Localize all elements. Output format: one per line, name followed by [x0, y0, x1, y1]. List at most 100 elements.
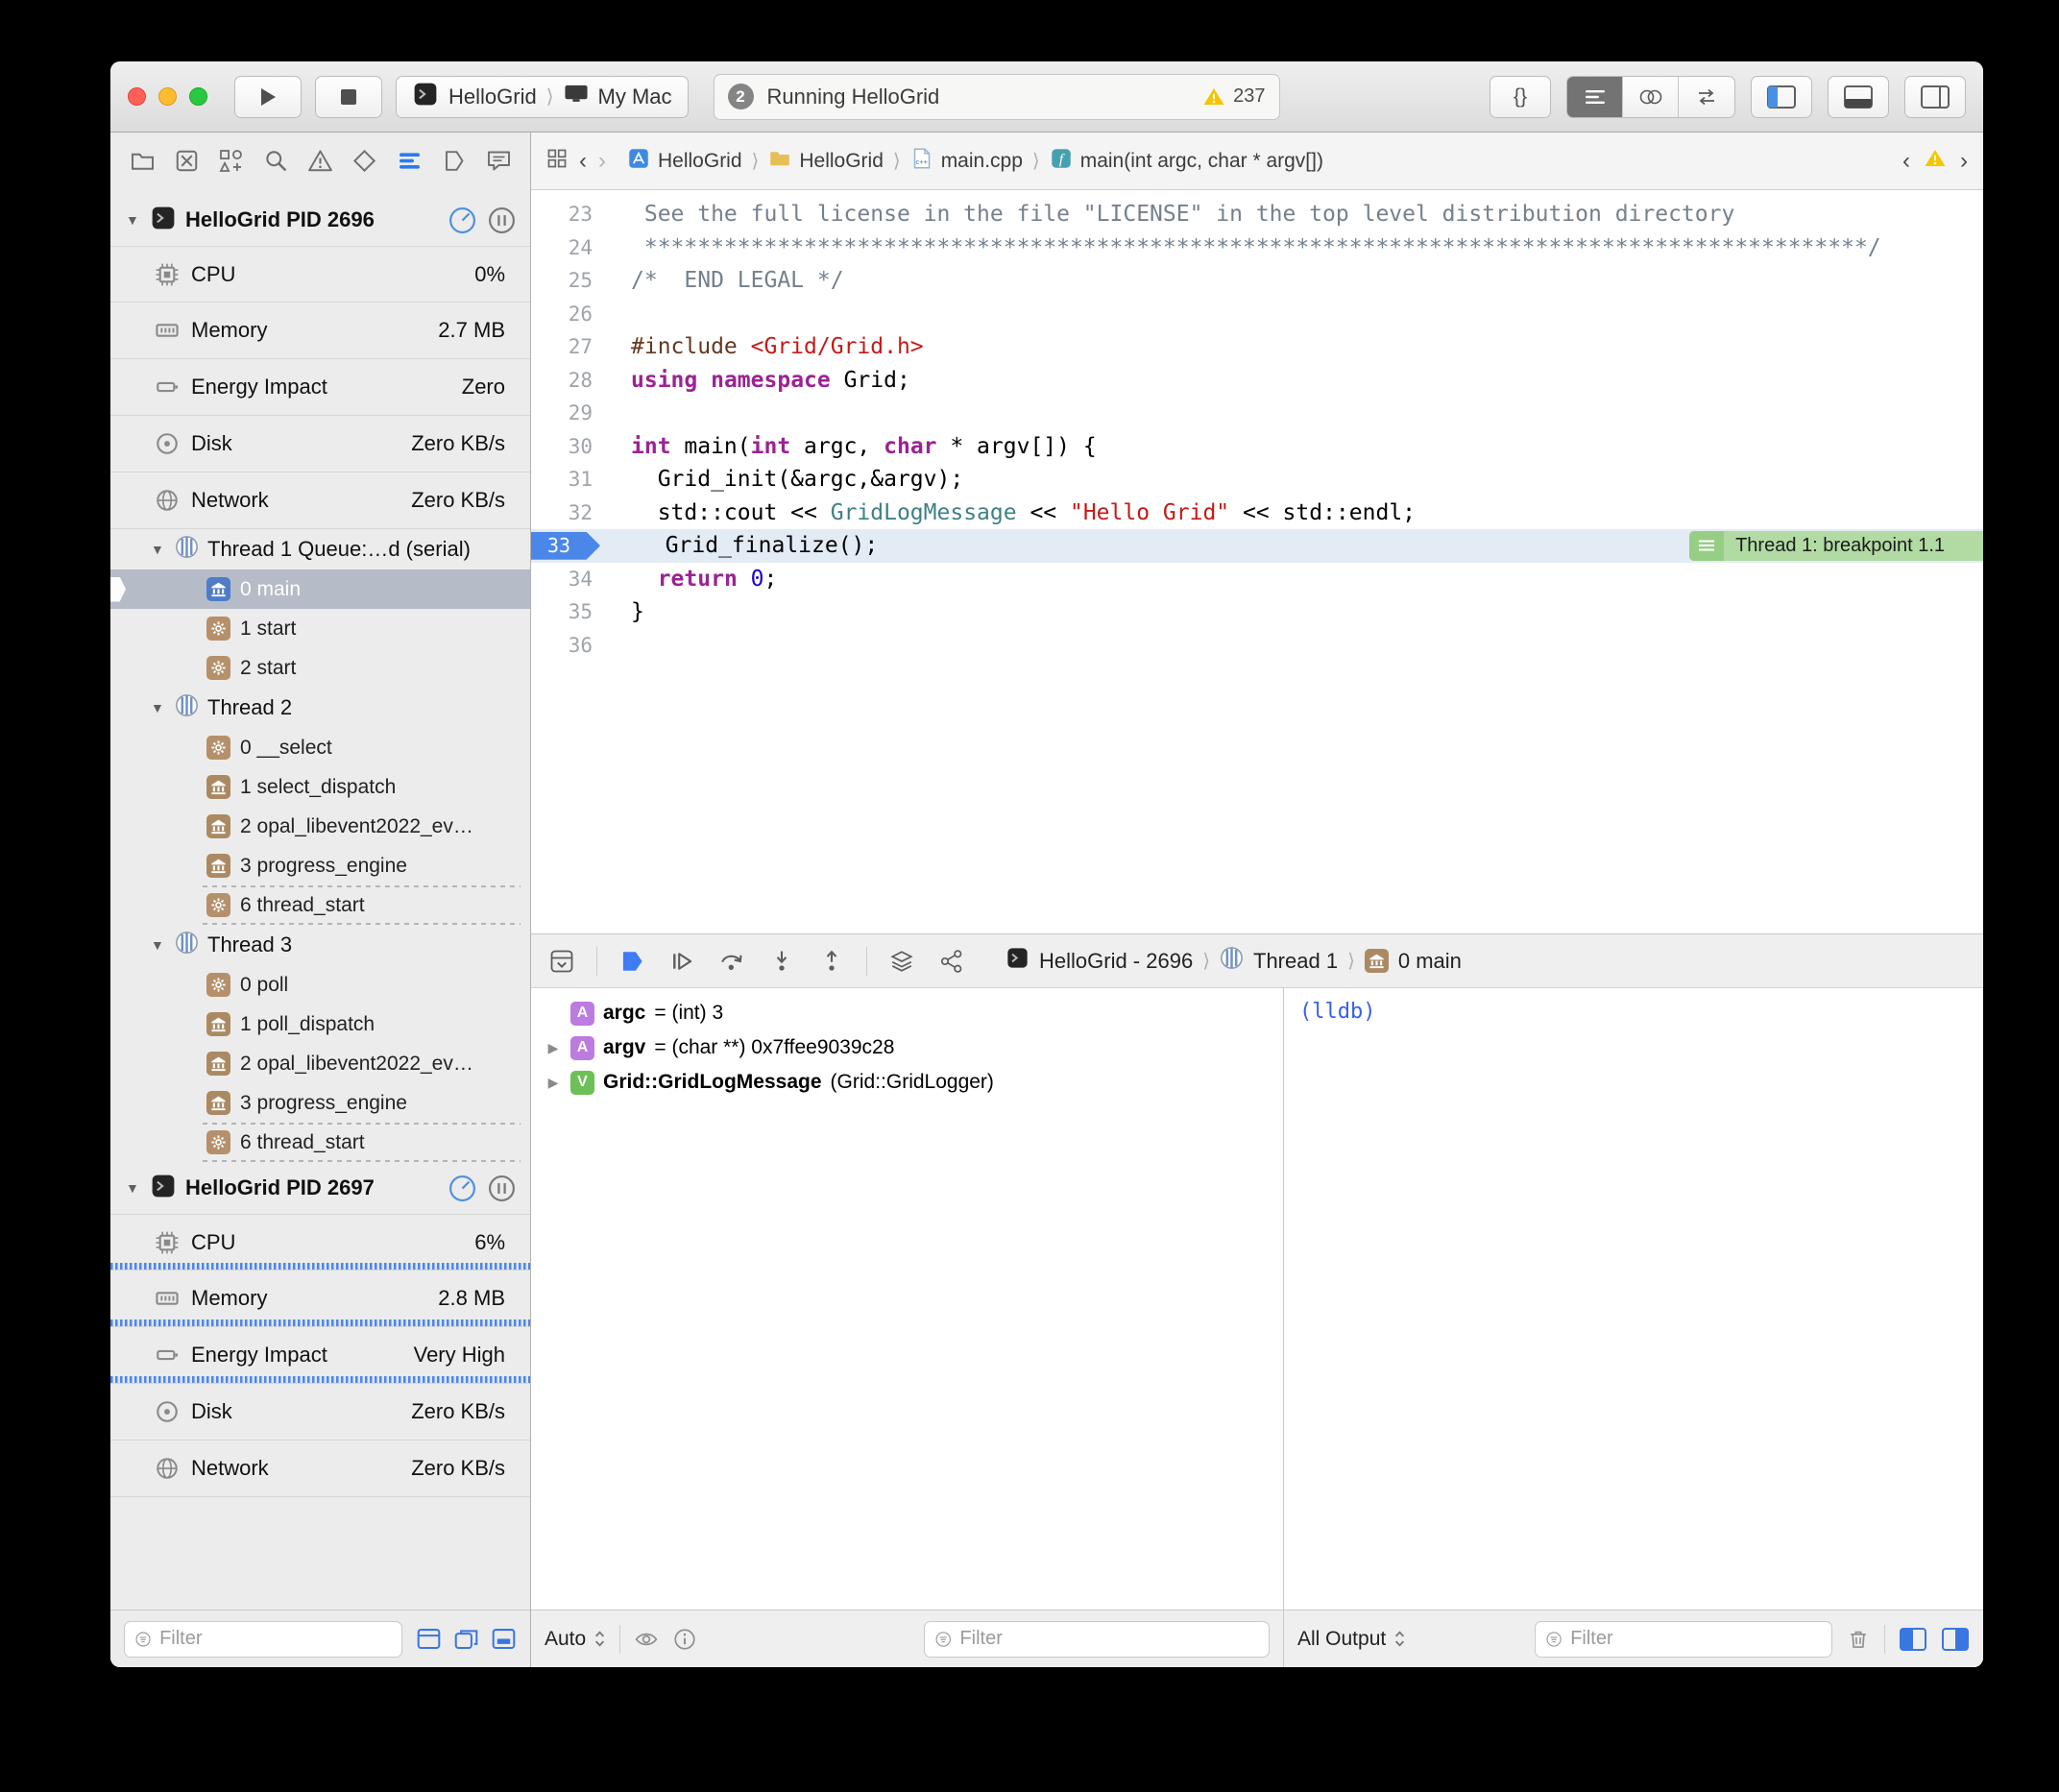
clear-console-button[interactable]	[1846, 1627, 1871, 1652]
toggle-inspector-button[interactable]	[1904, 76, 1966, 118]
navigator-tab-source-control[interactable]	[170, 144, 203, 177]
code-line[interactable]: 32 std::cout << GridLogMessage << "Hello…	[531, 496, 1983, 530]
toggle-debug-area-button[interactable]	[1828, 76, 1889, 118]
line-number-gutter[interactable]: 27	[531, 335, 616, 358]
line-number-gutter[interactable]: 34	[531, 568, 616, 591]
stack-frame-row[interactable]: 2 opal_libevent2022_ev…	[110, 1044, 530, 1083]
stack-frame-row[interactable]: 3 progress_engine	[110, 1083, 530, 1123]
line-number-gutter[interactable]: 31	[531, 468, 616, 491]
gauge-row-cpu[interactable]: CPU0%	[110, 246, 530, 303]
thread-view-mode-button[interactable]	[416, 1627, 442, 1651]
quick-look-button[interactable]	[634, 1627, 659, 1652]
process-row[interactable]: ▼HelloGrid PID 2697	[110, 1162, 530, 1214]
scheme-selector[interactable]: HelloGrid ⟩ My Mac	[396, 76, 689, 118]
variable-row[interactable]: ▶VGrid::GridLogMessage(Grid::GridLogger)	[531, 1065, 1283, 1100]
navigator-tab-reports[interactable]	[482, 144, 515, 177]
step-into-button[interactable]	[766, 946, 797, 977]
line-number-gutter[interactable]: 32	[531, 501, 616, 524]
issues-summary-button[interactable]: 237	[1202, 85, 1265, 108]
assistant-editor-button[interactable]	[1623, 77, 1679, 117]
gauge-row-energy-impact[interactable]: Energy ImpactZero	[110, 359, 530, 416]
line-number-gutter[interactable]: 36	[531, 634, 616, 657]
go-forward-button[interactable]: ›	[598, 148, 606, 175]
process-row[interactable]: ▼HelloGrid PID 2696	[110, 194, 530, 246]
gauge-row-cpu[interactable]: CPU6%	[110, 1214, 530, 1271]
console-filter-input[interactable]	[1570, 1628, 1822, 1650]
stack-frame-row[interactable]: 2 opal_libevent2022_ev…	[110, 807, 530, 846]
stack-frame-row[interactable]: 1 select_dispatch	[110, 767, 530, 807]
related-items-icon[interactable]	[546, 148, 568, 175]
gauge-row-network[interactable]: NetworkZero KB/s	[110, 472, 530, 529]
code-line[interactable]: 30int main(int argc, char * argv[]) {	[531, 430, 1983, 464]
breadcrumb-item[interactable]: c++main.cpp	[910, 147, 1023, 176]
filter-frames-button[interactable]	[491, 1627, 517, 1651]
next-issue-button[interactable]: ›	[1960, 148, 1968, 175]
gauge-row-memory[interactable]: Memory2.8 MB	[110, 1271, 530, 1327]
source-editor[interactable]: 23 See the full license in the file "LIC…	[531, 190, 1983, 933]
line-number-gutter[interactable]: 25	[531, 269, 616, 292]
continue-button[interactable]	[666, 946, 697, 977]
toggle-variables-view-button[interactable]	[1899, 1627, 1927, 1652]
profile-process-button[interactable]	[448, 206, 477, 235]
line-number-gutter[interactable]: 28	[531, 369, 616, 392]
debug-view-hierarchy-button[interactable]	[886, 946, 917, 977]
profile-process-button[interactable]	[448, 1174, 477, 1203]
navigator-filter-field[interactable]	[124, 1621, 402, 1658]
gauge-row-disk[interactable]: DiskZero KB/s	[110, 416, 530, 472]
code-line[interactable]: 36	[531, 629, 1983, 663]
debug-jump-thread[interactable]: Thread 1	[1253, 949, 1338, 974]
pause-process-button[interactable]	[487, 206, 517, 235]
hide-debug-area-button[interactable]	[546, 946, 577, 977]
navigator-tab-project[interactable]	[126, 144, 158, 177]
stack-frame-row[interactable]: 2 start	[110, 648, 530, 688]
thread-row[interactable]: ▼Thread 1 Queue:…d (serial)	[110, 529, 530, 569]
code-line[interactable]: 27#include <Grid/Grid.h>	[531, 330, 1983, 364]
variables-scope-selector[interactable]: Auto	[545, 1628, 606, 1651]
navigator-tab-issues[interactable]	[304, 144, 337, 177]
breadcrumb-item[interactable]: HelloGrid	[768, 147, 884, 176]
console-scope-selector[interactable]: All Output	[1297, 1628, 1406, 1651]
breakpoint-badge[interactable]: 33	[531, 532, 600, 560]
navigator-tab-debug[interactable]	[393, 144, 425, 177]
stack-frame-row[interactable]: 1 poll_dispatch	[110, 1005, 530, 1044]
debug-memory-graph-button[interactable]	[936, 946, 967, 977]
disclosure-triangle[interactable]: ▶	[545, 1040, 562, 1056]
zoom-window-button[interactable]	[189, 87, 207, 106]
step-over-button[interactable]	[716, 946, 747, 977]
disclosure-triangle[interactable]: ▼	[151, 937, 166, 953]
line-number-gutter[interactable]: 23	[531, 203, 616, 226]
go-back-button[interactable]: ‹	[579, 148, 587, 175]
variables-filter-field[interactable]	[924, 1621, 1270, 1658]
navigator-tab-tests[interactable]	[349, 144, 381, 177]
task-count-badge[interactable]: 2	[728, 84, 754, 109]
stack-frame-row[interactable]: 6 thread_start	[110, 1123, 530, 1162]
stop-button[interactable]	[315, 76, 382, 118]
console-filter-field[interactable]	[1535, 1621, 1832, 1658]
minimize-window-button[interactable]	[158, 87, 177, 106]
gauge-row-energy-impact[interactable]: Energy ImpactVery High	[110, 1327, 530, 1384]
stacked-view-mode-button[interactable]	[453, 1627, 479, 1651]
code-snippets-button[interactable]: {}	[1490, 76, 1551, 118]
line-number-gutter[interactable]: 26	[531, 303, 616, 326]
run-button[interactable]	[234, 76, 302, 118]
disclosure-triangle[interactable]: ▼	[151, 542, 166, 557]
thread-row[interactable]: ▼Thread 2	[110, 688, 530, 728]
variable-row[interactable]: Aargc= (int) 3	[531, 996, 1283, 1030]
code-line[interactable]: 35}	[531, 595, 1983, 629]
toggle-navigator-button[interactable]	[1751, 76, 1812, 118]
standard-editor-button[interactable]	[1567, 77, 1623, 117]
close-window-button[interactable]	[128, 87, 146, 106]
thread-row[interactable]: ▼Thread 3	[110, 925, 530, 965]
step-out-button[interactable]	[816, 946, 847, 977]
gauge-row-network[interactable]: NetworkZero KB/s	[110, 1441, 530, 1497]
stack-frame-row[interactable]: 1 start	[110, 609, 530, 648]
code-line[interactable]: 33 Grid_finalize();Thread 1: breakpoint …	[531, 529, 1983, 563]
code-line[interactable]: 24 *************************************…	[531, 231, 1983, 265]
code-line[interactable]: 25/* END LEGAL */	[531, 264, 1983, 298]
pause-process-button[interactable]	[487, 1174, 517, 1203]
line-number-gutter[interactable]: 35	[531, 600, 616, 623]
version-editor-button[interactable]	[1679, 77, 1734, 117]
navigator-tab-breakpoints[interactable]	[438, 144, 471, 177]
navigator-tab-search[interactable]	[259, 144, 292, 177]
line-number-gutter[interactable]: 24	[531, 236, 616, 259]
